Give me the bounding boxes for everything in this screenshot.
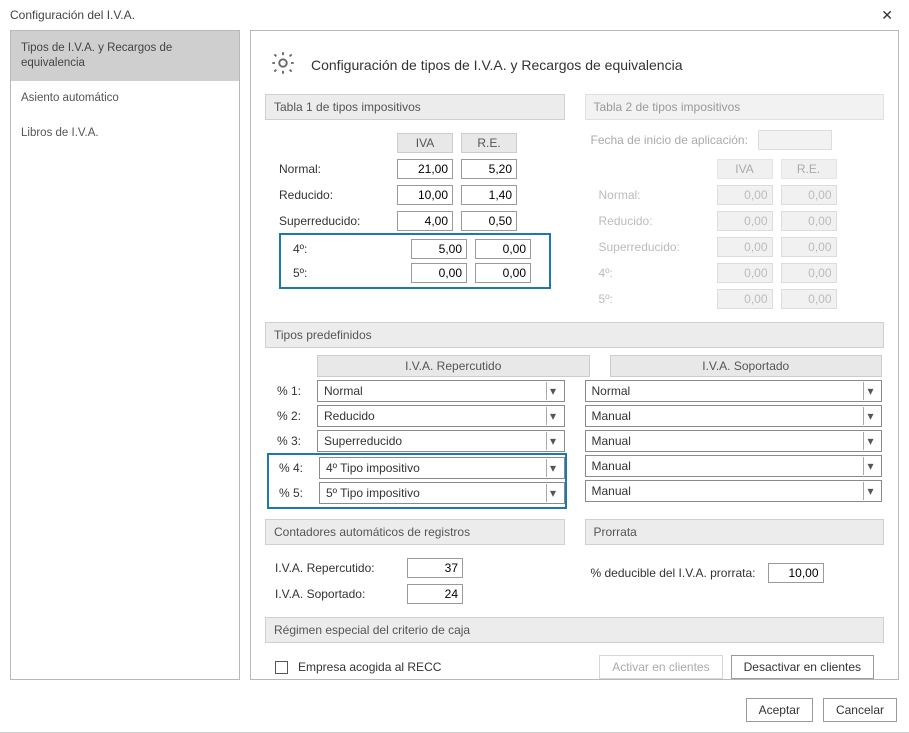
titlebar: Configuración del I.V.A. ✕ xyxy=(0,0,909,30)
input-reducido-re-2 xyxy=(781,211,837,231)
close-icon[interactable]: ✕ xyxy=(875,3,899,28)
input-reducido-re[interactable] xyxy=(461,185,517,205)
label-recc-checkbox: Empresa acogida al RECC xyxy=(298,660,441,674)
input-rep-counter[interactable] xyxy=(407,558,463,578)
main-title: Configuración de tipos de I.V.A. y Recar… xyxy=(311,57,683,73)
section-tabla1: Tabla 1 de tipos impositivos xyxy=(265,94,565,120)
chevron-down-icon: ▾ xyxy=(863,457,877,475)
btn-desactivar-clientes[interactable]: Desactivar en clientes xyxy=(731,655,874,679)
select-rep-5[interactable]: 5º Tipo impositivo▾ xyxy=(319,482,565,504)
sidebar: Tipos de I.V.A. y Recargos de equivalenc… xyxy=(10,30,240,680)
col-head-sop: I.V.A. Soportado xyxy=(610,355,883,377)
chevron-down-icon: ▾ xyxy=(863,482,877,500)
label-5-2: 5º: xyxy=(599,292,709,306)
label-super-2: Superreducido: xyxy=(599,240,709,254)
col-head-iva-2: IVA xyxy=(717,159,773,179)
btn-cancelar[interactable]: Cancelar xyxy=(823,698,897,722)
chevron-down-icon: ▾ xyxy=(863,407,877,425)
input-prorrata[interactable] xyxy=(768,563,824,583)
label-rep-counter: I.V.A. Repercutido: xyxy=(275,561,395,575)
select-sop-3[interactable]: Manual▾ xyxy=(585,430,883,452)
select-rep-1[interactable]: Normal▾ xyxy=(317,380,565,402)
input-5-iva[interactable] xyxy=(411,263,467,283)
input-normal-iva[interactable] xyxy=(397,159,453,179)
label-prorrata: % deducible del I.V.A. prorrata: xyxy=(591,566,756,580)
predef-label-3: % 3: xyxy=(267,434,317,448)
col-head-rep: I.V.A. Repercutido xyxy=(317,355,590,377)
section-tabla2: Tabla 2 de tipos impositivos xyxy=(585,94,885,120)
input-super-re-2 xyxy=(781,237,837,257)
input-4-iva-2 xyxy=(717,263,773,283)
select-sop-2[interactable]: Manual▾ xyxy=(585,405,883,427)
section-recc: Régimen especial del criterio de caja xyxy=(265,617,884,643)
sidebar-item-tipos-iva[interactable]: Tipos de I.V.A. y Recargos de equivalenc… xyxy=(11,31,239,81)
chevron-down-icon: ▾ xyxy=(546,407,560,425)
input-reducido-iva[interactable] xyxy=(397,185,453,205)
window: Configuración del I.V.A. ✕ Tipos de I.V.… xyxy=(0,0,909,733)
btn-aceptar[interactable]: Aceptar xyxy=(746,698,813,722)
footer: Aceptar Cancelar xyxy=(0,688,909,732)
label-reducido-2: Reducido: xyxy=(599,214,709,228)
input-5-iva-2 xyxy=(717,289,773,309)
chevron-down-icon: ▾ xyxy=(546,484,560,502)
sidebar-item-libros-iva[interactable]: Libros de I.V.A. xyxy=(11,116,239,151)
gear-icon xyxy=(269,49,297,80)
select-rep-2[interactable]: Reducido▾ xyxy=(317,405,565,427)
chevron-down-icon: ▾ xyxy=(863,382,877,400)
section-prorrata: Prorrata xyxy=(585,519,885,545)
input-super-re[interactable] xyxy=(461,211,517,231)
input-reducido-iva-2 xyxy=(717,211,773,231)
select-rep-4[interactable]: 4º Tipo impositivo▾ xyxy=(319,457,565,479)
label-5: 5º: xyxy=(281,266,403,280)
col-head-re-2: R.E. xyxy=(781,159,837,179)
section-contadores: Contadores automáticos de registros xyxy=(265,519,565,545)
predef-label-4: % 4: xyxy=(269,461,319,475)
sidebar-item-asiento-automatico[interactable]: Asiento automático xyxy=(11,81,239,116)
col-head-re: R.E. xyxy=(461,133,517,153)
predef-label-5: % 5: xyxy=(269,486,319,500)
input-normal-re[interactable] xyxy=(461,159,517,179)
chevron-down-icon: ▾ xyxy=(546,382,560,400)
label-normal-2: Normal: xyxy=(599,188,709,202)
input-super-iva[interactable] xyxy=(397,211,453,231)
chevron-down-icon: ▾ xyxy=(546,432,560,450)
input-5-re[interactable] xyxy=(475,263,531,283)
input-normal-re-2 xyxy=(781,185,837,205)
label-fecha-aplicacion: Fecha de inicio de aplicación: xyxy=(591,133,748,147)
label-4: 4º: xyxy=(281,242,403,256)
label-normal: Normal: xyxy=(279,162,389,176)
select-sop-5[interactable]: Manual▾ xyxy=(585,480,883,502)
main-panel: Configuración de tipos de I.V.A. y Recar… xyxy=(250,30,899,680)
label-reducido: Reducido: xyxy=(279,188,389,202)
input-sop-counter[interactable] xyxy=(407,584,463,604)
predef-label-1: % 1: xyxy=(267,384,317,398)
label-superreducido: Superreducido: xyxy=(279,214,389,228)
select-sop-4[interactable]: Manual▾ xyxy=(585,455,883,477)
col-head-iva: IVA xyxy=(397,133,453,153)
btn-activar-clientes[interactable]: Activar en clientes xyxy=(599,655,722,679)
input-4-iva[interactable] xyxy=(411,239,467,259)
predef-label-2: % 2: xyxy=(267,409,317,423)
select-rep-3[interactable]: Superreducido▾ xyxy=(317,430,565,452)
input-4-re[interactable] xyxy=(475,239,531,259)
window-title: Configuración del I.V.A. xyxy=(10,8,135,22)
input-super-iva-2 xyxy=(717,237,773,257)
input-fecha-aplicacion xyxy=(758,130,832,150)
chevron-down-icon: ▾ xyxy=(863,432,877,450)
label-sop-counter: I.V.A. Soportado: xyxy=(275,587,395,601)
label-4-2: 4º: xyxy=(599,266,709,280)
section-predef: Tipos predefinidos xyxy=(265,322,884,348)
checkbox-recc[interactable] xyxy=(275,661,288,674)
chevron-down-icon: ▾ xyxy=(546,459,560,477)
input-normal-iva-2 xyxy=(717,185,773,205)
highlight-predef-4-5: % 4: 4º Tipo impositivo▾ % 5: 5º Tipo im… xyxy=(267,453,567,509)
input-5-re-2 xyxy=(781,289,837,309)
input-4-re-2 xyxy=(781,263,837,283)
select-sop-1[interactable]: Normal▾ xyxy=(585,380,883,402)
highlight-tabla1-4-5: 4º: 5º: xyxy=(279,233,551,289)
